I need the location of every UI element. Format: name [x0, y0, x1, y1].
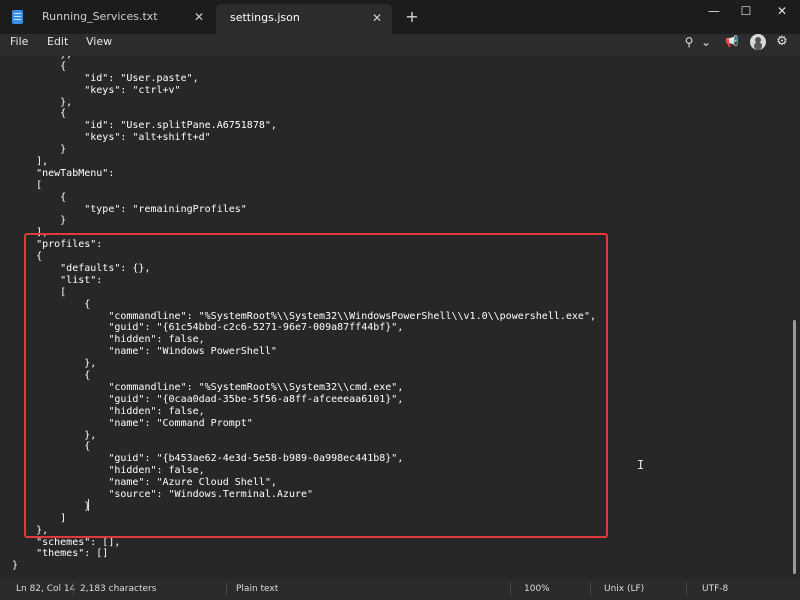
avatar[interactable]: [750, 34, 766, 50]
tab-settings-json[interactable]: settings.json ✕: [216, 4, 392, 34]
line-ending[interactable]: Unix (LF): [604, 578, 644, 600]
tab-close-icon[interactable]: ✕: [194, 0, 204, 34]
text-editor[interactable]: }, { "id": "User.paste", "keys": "ctrl+v…: [0, 56, 800, 578]
code-line[interactable]: "schemes": [],: [12, 537, 596, 549]
code-line[interactable]: "themes": []: [12, 548, 596, 560]
encoding[interactable]: UTF-8: [702, 578, 728, 600]
code-line[interactable]: "id": "User.paste",: [12, 73, 596, 85]
code-line[interactable]: },: [12, 97, 596, 109]
code-line[interactable]: }: [12, 144, 596, 156]
character-count: 2,183 characters: [80, 584, 157, 594]
status-divider: [73, 583, 74, 595]
status-divider: [686, 583, 687, 595]
cursor-position: Ln 82, Col 14: [16, 584, 76, 594]
text-caret: [88, 499, 89, 511]
title-bar: Running_Services.txt ✕ settings.json ✕ +…: [0, 0, 800, 34]
code-line[interactable]: "keys": "ctrl+v": [12, 85, 596, 97]
menu-edit[interactable]: Edit: [47, 34, 68, 56]
tab-close-icon[interactable]: ✕: [372, 4, 382, 32]
code-line[interactable]: }: [12, 560, 596, 572]
code-line[interactable]: [: [12, 180, 596, 192]
scrollbar-thumb[interactable]: [793, 320, 796, 574]
tab-running-services[interactable]: Running_Services.txt ✕: [34, 0, 214, 34]
file-format: Plain text: [236, 584, 279, 594]
maximize-button[interactable]: ☐: [728, 0, 764, 22]
code-line[interactable]: {: [12, 61, 596, 73]
code-line[interactable]: {: [12, 192, 596, 204]
ibeam-cursor-icon: I: [637, 458, 645, 472]
status-divider: [510, 583, 511, 595]
code-line[interactable]: "type": "remainingProfiles": [12, 204, 596, 216]
code-line[interactable]: }: [12, 215, 596, 227]
status-divider: [226, 583, 227, 595]
new-tab-button[interactable]: +: [402, 6, 422, 28]
zoom-level[interactable]: 100%: [524, 578, 550, 600]
code-line[interactable]: {: [12, 108, 596, 120]
menu-bar: File Edit View ⚲ ⌄ 📢 ⚙: [0, 34, 800, 56]
tab-label: settings.json: [230, 11, 300, 24]
megaphone-icon[interactable]: 📢: [724, 34, 740, 54]
profiles-highlight-box: [24, 233, 608, 538]
close-window-button[interactable]: ✕: [764, 0, 800, 22]
menu-file[interactable]: File: [10, 34, 28, 56]
menu-view[interactable]: View: [86, 34, 112, 56]
code-line[interactable]: "id": "User.splitPane.A6751878",: [12, 120, 596, 132]
copilot-icon[interactable]: ⚲: [682, 34, 696, 54]
code-line[interactable]: ],: [12, 156, 596, 168]
code-line[interactable]: "newTabMenu":: [12, 168, 596, 180]
gear-icon[interactable]: ⚙: [774, 34, 790, 54]
chevron-down-icon[interactable]: ⌄: [700, 34, 712, 54]
tab-label: Running_Services.txt: [42, 10, 158, 23]
notepad-app-icon: [12, 10, 23, 24]
minimize-button[interactable]: —: [696, 0, 732, 22]
code-line[interactable]: "keys": "alt+shift+d": [12, 132, 596, 144]
status-bar: Ln 82, Col 14 2,183 characters Plain tex…: [0, 578, 800, 600]
status-divider: [590, 583, 591, 595]
